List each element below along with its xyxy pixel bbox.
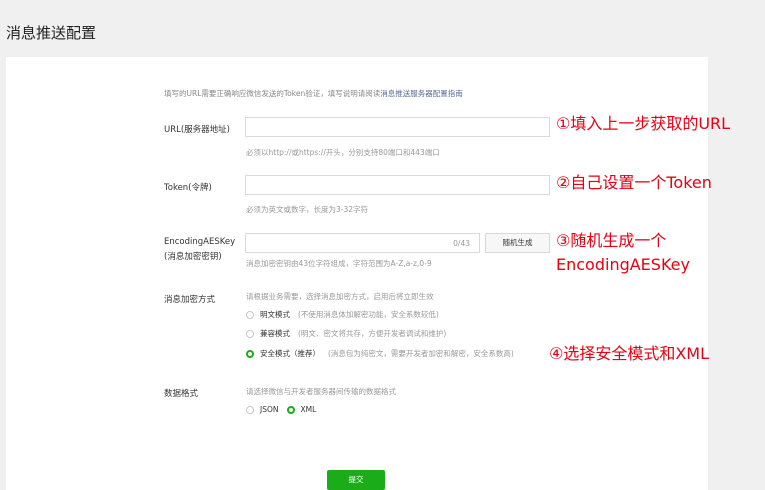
radio-unchecked-icon [246, 310, 254, 319]
aes-label-line1: EncodingAESKey [164, 237, 236, 247]
url-hint: 必须以http://或https://开头，分别支持80端口和443端口 [246, 148, 440, 157]
radio-unchecked-icon [246, 329, 254, 338]
encryption-hint: 请根据业务需要，选择消息加密方式，启用后将立即生效 [246, 292, 434, 301]
radio-checked-icon [286, 405, 295, 414]
token-label: Token(令牌) [164, 183, 212, 193]
page-title: 消息推送配置 [6, 24, 97, 42]
data-format-options: JSON XML [246, 405, 316, 414]
annotation-step2: ②自己设置一个Token [556, 173, 712, 192]
url-label: URL(服务器地址) [164, 125, 230, 135]
aes-key-counter: 0/43 [453, 239, 470, 248]
config-guide-link[interactable]: 消息推送服务器配置指南 [380, 89, 463, 98]
aes-label-line2: (消息加密密钥) [164, 252, 222, 262]
encryption-option-plain[interactable]: 明文模式 (不使用消息体加解密功能，安全系数较低) [246, 309, 439, 320]
token-input[interactable] [245, 175, 550, 195]
random-generate-button[interactable]: 随机生成 [485, 233, 550, 253]
annotation-step4: ④选择安全模式和XML [549, 344, 710, 363]
radio-unchecked-icon [246, 405, 254, 414]
encryption-label: 消息加密方式 [164, 295, 216, 305]
data-format-label: 数据格式 [164, 389, 199, 399]
annotation-step3-line1: ③随机生成一个 [556, 231, 667, 250]
submit-button[interactable]: 提交 [327, 470, 385, 490]
annotation-step1: ①填入上一步获取的URL [556, 114, 731, 133]
url-input[interactable] [245, 117, 550, 137]
token-hint: 必须为英文或数字，长度为3-32字符 [246, 205, 369, 214]
aes-hint: 消息加密密钥由43位字符组成，字符范围为A-Z,a-z,0-9 [246, 259, 432, 268]
data-format-option-xml[interactable]: XML [286, 405, 316, 414]
intro-text: 填写的URL需要正确响应微信发送的Token验证，填写说明请阅读消息推送服务器配… [164, 88, 463, 99]
data-format-hint: 请选择微信与开发者服务器间传输的数据格式 [246, 387, 396, 396]
encryption-option-compatible[interactable]: 兼容模式 (明文、密文将共存，方便开发者调试和维护) [246, 328, 446, 339]
intro-description: 填写的URL需要正确响应微信发送的Token验证，填写说明请阅读 [164, 89, 381, 98]
data-format-option-json[interactable]: JSON [246, 405, 279, 414]
radio-checked-icon [246, 349, 254, 358]
annotation-step3-line2: EncodingAESKey [556, 255, 690, 274]
aes-key-input[interactable]: 0/43 [245, 233, 480, 253]
encryption-option-secure[interactable]: 安全模式（推荐） (消息包为纯密文，需要开发者加密和解密，安全系数高) [246, 348, 514, 359]
